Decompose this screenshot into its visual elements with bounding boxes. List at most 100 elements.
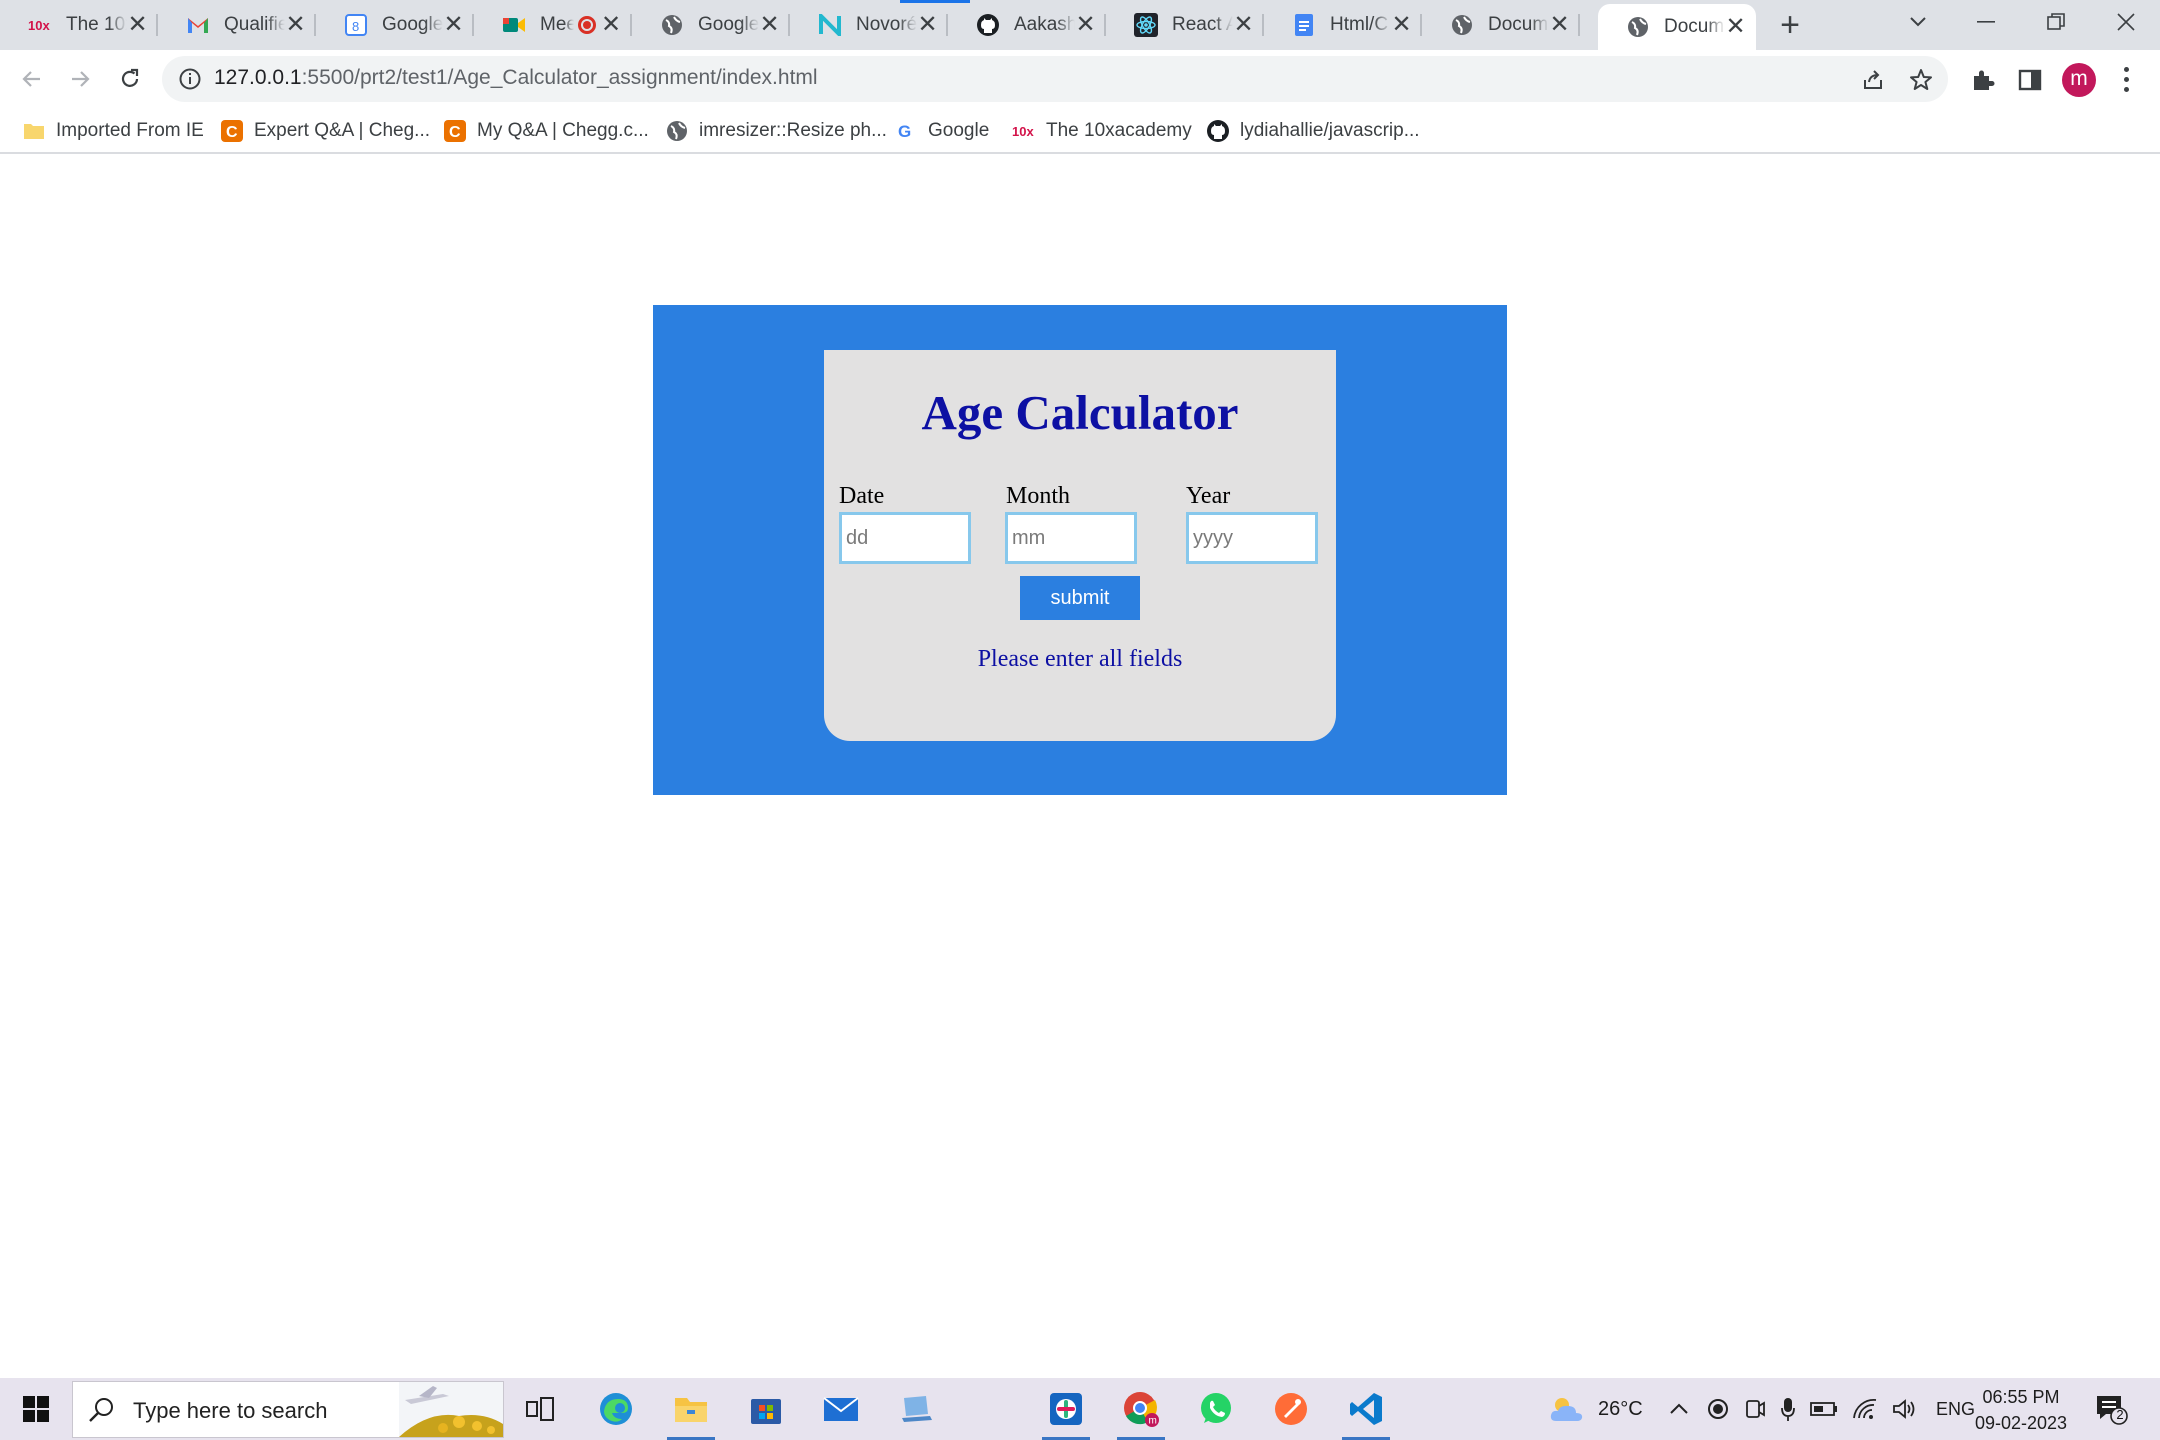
- side-panel-button[interactable]: [2016, 66, 2044, 94]
- minimize-button[interactable]: [1956, 0, 2016, 44]
- globe-icon: [1626, 15, 1650, 39]
- clock-date: 09-02-2023: [1974, 1413, 2068, 1433]
- tab-novoresume[interactable]: Novorés ✕: [790, 0, 948, 50]
- notification-button[interactable]: 2: [2094, 1392, 2128, 1426]
- close-window-button[interactable]: [2096, 0, 2156, 44]
- profile-avatar[interactable]: m: [2062, 63, 2096, 97]
- taskbar-vscode[interactable]: [1338, 1386, 1394, 1440]
- windows-taskbar: Type here to search m 26°C ENG 06:55 PM …: [0, 1378, 2160, 1440]
- taskbar-file-explorer[interactable]: [663, 1386, 719, 1440]
- back-button[interactable]: [12, 60, 52, 98]
- search-highlight-image: [399, 1382, 503, 1437]
- globe-icon: [665, 119, 689, 143]
- close-icon[interactable]: ✕: [917, 13, 938, 37]
- meet-now-icon[interactable]: [1744, 1397, 1766, 1421]
- url-path: :5500/prt2/test1/Age_Calculator_assignme…: [301, 66, 818, 89]
- close-icon[interactable]: ✕: [1233, 13, 1254, 37]
- menu-button[interactable]: [2116, 64, 2136, 94]
- store-icon: [751, 1399, 781, 1424]
- clock-time: 06:55 PM: [1982, 1387, 2060, 1407]
- bookmark-imresizer[interactable]: imresizer::Resize ph...: [665, 116, 887, 146]
- taskbar-postman[interactable]: [1263, 1386, 1319, 1432]
- tab-react[interactable]: React A ✕: [1106, 0, 1264, 50]
- speaker-icon[interactable]: [1892, 1398, 1916, 1420]
- address-bar[interactable]: 127.0.0.1:5500/prt2/test1/Age_Calculator…: [162, 56, 1948, 102]
- vscode-icon: [1350, 1393, 1382, 1425]
- close-icon[interactable]: ✕: [1725, 15, 1746, 39]
- taskbar-slack[interactable]: [1038, 1386, 1094, 1440]
- weather-temperature: 26°C: [1598, 1397, 1643, 1420]
- tab-document[interactable]: Docum ✕: [1422, 0, 1580, 50]
- taskbar-app-laptop[interactable]: [889, 1386, 945, 1432]
- taskbar-chrome[interactable]: m: [1113, 1386, 1169, 1440]
- bookmark-label: My Q&A | Chegg.c...: [477, 120, 649, 141]
- bookmark-lydiahallie[interactable]: lydiahallie/javascrip...: [1206, 116, 1420, 146]
- url-text[interactable]: 127.0.0.1:5500/prt2/test1/Age_Calculator…: [214, 66, 818, 90]
- tab-google[interactable]: Google ✕: [632, 0, 790, 50]
- month-input[interactable]: [1005, 512, 1137, 564]
- google-docs-icon: [1292, 13, 1316, 37]
- tab-10x[interactable]: 10x The 10x ✕: [0, 0, 158, 50]
- date-label: Date: [839, 483, 885, 509]
- start-button[interactable]: [12, 1388, 60, 1430]
- bookmark-chegg-expert[interactable]: C Expert Q&A | Cheg...: [220, 116, 430, 146]
- extensions-button[interactable]: [1969, 66, 1997, 94]
- battery-icon[interactable]: [1810, 1401, 1838, 1417]
- microphone-icon[interactable]: [1780, 1396, 1796, 1422]
- close-icon[interactable]: ✕: [127, 13, 148, 37]
- taskbar-clock[interactable]: 06:55 PM 09-02-2023: [1966, 1384, 2076, 1436]
- new-tab-button[interactable]: +: [1772, 8, 1808, 44]
- page-viewport: Age Calculator Date Month Year submit Pl…: [0, 156, 2160, 1378]
- 10x-logo-icon: 10x: [1012, 119, 1036, 143]
- close-icon[interactable]: ✕: [1391, 13, 1412, 37]
- close-icon[interactable]: ✕: [759, 13, 780, 37]
- tab-gmail[interactable]: Qualifie ✕: [158, 0, 316, 50]
- windows-logo-icon: [23, 1396, 49, 1422]
- reload-button[interactable]: [110, 60, 150, 98]
- wifi-icon[interactable]: [1852, 1398, 1878, 1420]
- record-icon[interactable]: [1706, 1397, 1730, 1421]
- bookmark-google[interactable]: G Google: [894, 116, 989, 146]
- restore-button[interactable]: [2026, 0, 2086, 44]
- close-icon[interactable]: ✕: [1549, 13, 1570, 37]
- tab-strip: 10x The 10x ✕ Qualifie ✕ 8 Google ✕: [0, 0, 2160, 50]
- close-icon[interactable]: ✕: [285, 13, 306, 37]
- task-view-button[interactable]: [512, 1386, 568, 1432]
- taskbar-store[interactable]: [738, 1386, 794, 1432]
- close-icon[interactable]: ✕: [443, 13, 464, 37]
- tab-google-meet[interactable]: Mee ✕: [474, 0, 632, 50]
- reload-icon: [121, 68, 139, 87]
- submit-button[interactable]: submit: [1020, 576, 1140, 620]
- close-icon[interactable]: ✕: [1075, 13, 1096, 37]
- star-icon[interactable]: [1908, 67, 1934, 93]
- tab-document-active[interactable]: Docum ✕: [1598, 4, 1756, 50]
- taskbar-whatsapp[interactable]: [1188, 1386, 1244, 1432]
- chegg-icon: C: [443, 119, 467, 143]
- info-icon[interactable]: [178, 67, 202, 91]
- taskbar-edge[interactable]: [588, 1386, 644, 1432]
- bookmark-chegg-my-qa[interactable]: C My Q&A | Chegg.c...: [443, 116, 649, 146]
- chegg-icon: C: [220, 119, 244, 143]
- svg-text:10x: 10x: [28, 18, 50, 32]
- tab-title: Mee: [540, 14, 574, 35]
- tab-title: Docum: [1488, 14, 1549, 35]
- tab-google-calendar[interactable]: 8 Google ✕: [316, 0, 474, 50]
- taskbar-mail[interactable]: [813, 1386, 869, 1432]
- bookmark-imported-from-ie[interactable]: Imported From IE: [22, 116, 204, 146]
- bookmark-10xacademy[interactable]: 10x The 10xacademy: [1012, 116, 1192, 146]
- taskbar-search[interactable]: Type here to search: [72, 1381, 504, 1438]
- chevron-up-icon[interactable]: [1668, 1402, 1690, 1416]
- system-tray: ENG: [1668, 1378, 1975, 1440]
- tab-title: Novorés: [856, 14, 918, 35]
- bookmark-label: Google: [928, 120, 990, 141]
- tab-github[interactable]: Aakash ✕: [948, 0, 1106, 50]
- date-input[interactable]: [839, 512, 971, 564]
- weather-widget[interactable]: 26°C: [1548, 1378, 1643, 1440]
- folder-icon: [22, 119, 46, 143]
- year-input[interactable]: [1186, 512, 1318, 564]
- tab-search-button[interactable]: [1888, 0, 1948, 44]
- forward-button[interactable]: [60, 60, 100, 98]
- tab-google-docs[interactable]: Html/C ✕: [1264, 0, 1422, 50]
- share-icon[interactable]: [1860, 67, 1886, 93]
- close-icon[interactable]: ✕: [600, 13, 622, 37]
